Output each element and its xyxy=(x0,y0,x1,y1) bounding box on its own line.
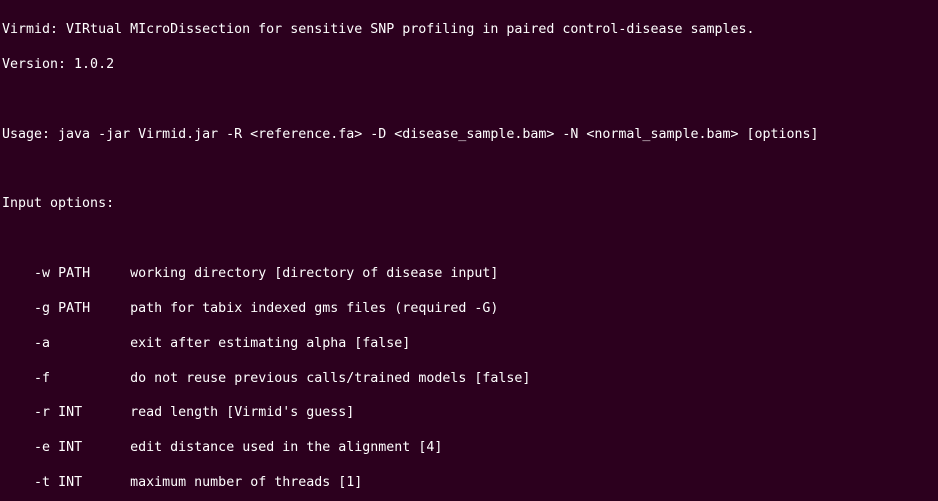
option-row: -g PATH path for tabix indexed gms files… xyxy=(2,300,936,317)
blank-line xyxy=(2,230,936,247)
option-arg: INT xyxy=(58,475,98,490)
option-row: -w PATH working directory [directory of … xyxy=(2,265,936,282)
blank-line xyxy=(2,91,936,108)
section-heading-input: Input options: xyxy=(2,195,936,212)
option-row: -a exit after estimating alpha [false] xyxy=(2,335,936,352)
option-flag: -f xyxy=(34,371,50,386)
option-desc: path for tabix indexed gms files (requir… xyxy=(130,301,498,316)
option-row: -f do not reuse previous calls/trained m… xyxy=(2,370,936,387)
option-arg: PATH xyxy=(58,266,98,281)
option-arg: PATH xyxy=(58,301,98,316)
option-desc: do not reuse previous calls/trained mode… xyxy=(130,371,530,386)
option-desc: maximum number of threads [1] xyxy=(130,475,362,490)
option-row: -r INT read length [Virmid's guess] xyxy=(2,404,936,421)
option-arg xyxy=(58,371,98,386)
app-version: Version: 1.0.2 xyxy=(2,56,936,73)
option-arg xyxy=(58,336,98,351)
option-flag: -r xyxy=(34,405,50,420)
option-arg: INT xyxy=(58,440,98,455)
blank-line xyxy=(2,161,936,178)
app-title: Virmid: VIRtual MIcroDissection for sens… xyxy=(2,21,936,38)
option-desc: read length [Virmid's guess] xyxy=(130,405,354,420)
option-desc: working directory [directory of disease … xyxy=(130,266,498,281)
option-flag: -w xyxy=(34,266,50,281)
option-desc: exit after estimating alpha [false] xyxy=(130,336,410,351)
option-flag: -g xyxy=(34,301,50,316)
option-desc: edit distance used in the alignment [4] xyxy=(130,440,442,455)
option-flag: -t xyxy=(34,475,50,490)
option-row: -t INT maximum number of threads [1] xyxy=(2,474,936,491)
option-flag: -e xyxy=(34,440,50,455)
usage-line: Usage: java -jar Virmid.jar -R <referenc… xyxy=(2,126,936,143)
terminal-output: Virmid: VIRtual MIcroDissection for sens… xyxy=(0,0,938,501)
option-flag: -a xyxy=(34,336,50,351)
option-row: -e INT edit distance used in the alignme… xyxy=(2,439,936,456)
option-arg: INT xyxy=(58,405,98,420)
